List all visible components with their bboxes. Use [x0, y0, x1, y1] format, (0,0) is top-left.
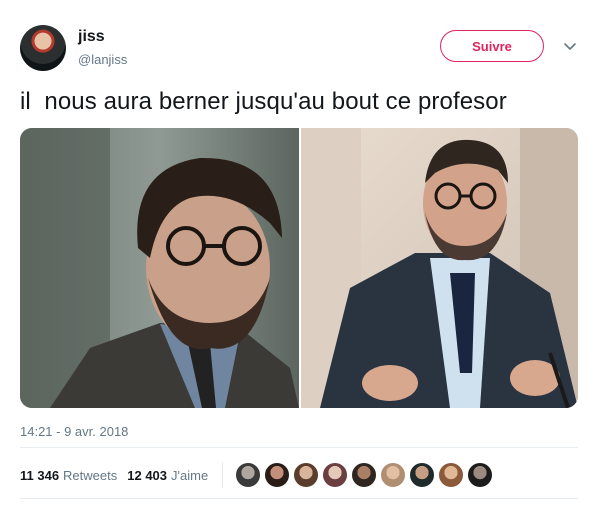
author-avatar[interactable]	[20, 25, 66, 71]
liker-avatar[interactable]	[351, 462, 378, 488]
retweets-label: Retweets	[63, 467, 118, 483]
right-portrait[interactable]	[301, 128, 578, 408]
liker-avatar[interactable]	[467, 462, 494, 488]
liker-avatar[interactable]	[438, 462, 465, 488]
author-name[interactable]: jiss	[78, 28, 105, 46]
follow-button[interactable]: Suivre	[440, 30, 544, 62]
tweet-media[interactable]	[20, 128, 578, 408]
divider-bottom	[20, 498, 578, 499]
author-handle[interactable]: @lanjiss	[78, 52, 127, 67]
likes-label: J'aime	[171, 467, 209, 483]
divider-top	[20, 447, 578, 448]
liker-avatar[interactable]	[322, 462, 349, 488]
liker-avatar[interactable]	[380, 462, 407, 488]
likes-stat[interactable]: 12 403 J'aime	[127, 468, 208, 483]
liker-avatar[interactable]	[409, 462, 436, 488]
left-portrait[interactable]	[20, 128, 299, 408]
liker-avatar[interactable]	[264, 462, 291, 488]
stats-separator	[222, 462, 224, 488]
liker-avatar[interactable]	[235, 462, 262, 488]
tweet-text: il nous aura berner jusqu'au bout ce pro…	[20, 88, 507, 115]
chevron-down-icon[interactable]	[562, 38, 578, 54]
tweet-stats: 11 346 Retweets 12 403 J'aime	[20, 462, 496, 488]
liker-avatars	[235, 462, 496, 488]
retweets-count: 11 346	[20, 467, 60, 483]
likes-count: 12 403	[127, 467, 168, 483]
retweets-stat[interactable]: 11 346 Retweets	[20, 468, 117, 483]
tweet-timestamp[interactable]: 14:21 - 9 avr. 2018	[20, 424, 128, 439]
liker-avatar[interactable]	[293, 462, 320, 488]
